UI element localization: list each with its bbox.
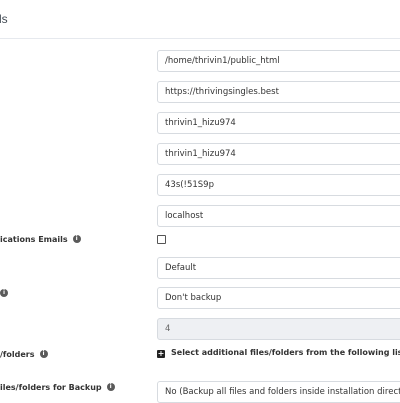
info-icon[interactable]: i — [39, 350, 48, 358]
backup-count-input: 4 — [157, 318, 400, 340]
info-icon[interactable]: i — [72, 235, 81, 243]
backup-label: i — [0, 287, 8, 299]
database-password-input[interactable]: 43s(!51S9p — [157, 174, 400, 196]
database-user-input[interactable]: thrivin1_hizu974 — [157, 143, 400, 165]
info-icon[interactable]: i — [0, 289, 8, 297]
add-files-link[interactable]: Select additional files/folders from the… — [171, 348, 400, 357]
notifications-label: ications Emails i — [0, 233, 81, 245]
default-select[interactable]: Default — [157, 257, 400, 279]
files-for-backup-label-text: iles/folders for Backup — [0, 382, 102, 392]
backup-select[interactable]: Don't backup — [157, 287, 400, 309]
files-folders-label-text: /folders — [0, 349, 35, 359]
plus-icon[interactable]: + — [157, 350, 165, 358]
site-url-input[interactable]: https://thrivingsingles.best — [157, 81, 400, 103]
notifications-checkbox[interactable] — [157, 235, 166, 244]
page-header: ls — [0, 0, 400, 39]
files-folders-label: /folders i — [0, 348, 48, 360]
database-host-input[interactable]: localhost — [157, 205, 400, 227]
section-title: ls — [0, 12, 8, 26]
installation-path-input[interactable]: /home/thrivin1/public_html — [157, 50, 400, 72]
notifications-label-text: ications Emails — [0, 234, 68, 244]
database-name-input[interactable]: thrivin1_hizu974 — [157, 112, 400, 134]
files-for-backup-label: iles/folders for Backup i — [0, 381, 115, 393]
info-icon[interactable]: i — [106, 383, 115, 391]
